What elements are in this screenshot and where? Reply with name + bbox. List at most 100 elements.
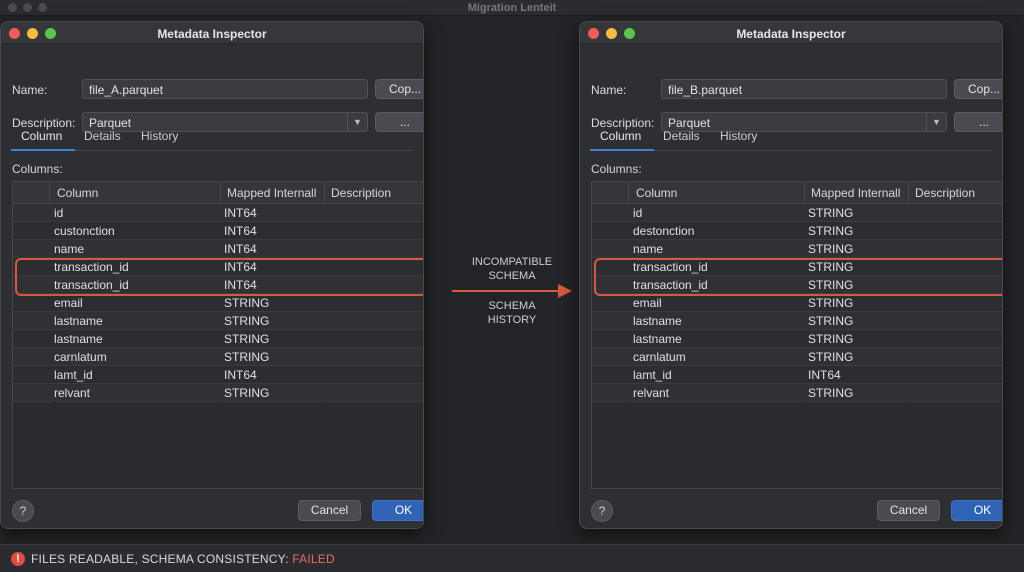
error-icon: ! — [11, 552, 25, 566]
schema-history-line1: SCHEMA — [488, 300, 536, 312]
cancel-button[interactable]: Cancel — [877, 500, 940, 521]
cell-column-name: id — [633, 206, 643, 220]
cell-column-name: relvant — [54, 386, 91, 400]
cancel-button[interactable]: Cancel — [298, 500, 361, 521]
table-row[interactable]: email STRING — [592, 294, 1002, 312]
header-description[interactable]: Description — [331, 186, 391, 200]
name-field-value: file_B.parquet — [668, 83, 743, 97]
table-row[interactable]: lamt_id INT64 — [13, 366, 423, 384]
cell-mapped-type: STRING — [224, 386, 270, 400]
table-row[interactable]: destonction STRING — [592, 222, 1002, 240]
table-row[interactable]: relvant STRING — [13, 384, 423, 402]
table-row[interactable]: lastname STRING — [592, 330, 1002, 348]
metadata-inspector-right: Metadata Inspector Name: file_B.parquet … — [579, 21, 1003, 529]
dialog-titlebar: Metadata Inspector — [580, 22, 1002, 44]
columns-table: Column Mapped Internall Description id IN… — [12, 181, 424, 489]
table-row[interactable]: lamt_id INT64 — [592, 366, 1002, 384]
name-field[interactable]: file_B.parquet — [661, 79, 947, 99]
active-tab-indicator — [590, 149, 654, 151]
dialog-title: Metadata Inspector — [736, 27, 846, 41]
header-mapped-type[interactable]: Mapped Internall — [811, 186, 900, 200]
arrow-right-icon — [558, 284, 572, 298]
table-header: Column Mapped Internall Description — [592, 182, 1002, 204]
status-result: FAILED — [292, 552, 335, 566]
tab-bar: Column Details History — [11, 125, 413, 151]
table-row[interactable]: relvant STRING — [592, 384, 1002, 402]
cell-column-name: id — [54, 206, 64, 220]
mismatch-highlight — [15, 258, 423, 296]
tab-details[interactable]: Details — [663, 129, 700, 143]
help-button[interactable]: ? — [12, 500, 34, 522]
table-body: id STRING destonction STRING name STRING tr… — [592, 204, 1002, 402]
cell-mapped-type: STRING — [808, 350, 854, 364]
mismatch-highlight — [594, 258, 1002, 296]
cell-mapped-type: STRING — [808, 386, 854, 400]
table-row[interactable]: carnlatum STRING — [592, 348, 1002, 366]
status-prefix: FILES READABLE, SCHEMA CONSISTENCY: — [31, 552, 293, 566]
table-row[interactable]: email STRING — [13, 294, 423, 312]
tab-history[interactable]: History — [720, 129, 757, 143]
name-field[interactable]: file_A.parquet — [82, 79, 368, 99]
table-row[interactable]: lastname STRING — [592, 312, 1002, 330]
cell-mapped-type: STRING — [224, 296, 270, 310]
header-column[interactable]: Column — [636, 186, 677, 200]
cell-column-name: email — [633, 296, 662, 310]
dialog-titlebar: Metadata Inspector — [1, 22, 423, 44]
comparison-arrow-line — [452, 290, 566, 292]
table-row[interactable]: carnlatum STRING — [13, 348, 423, 366]
tab-details[interactable]: Details — [84, 129, 121, 143]
header-mapped-type[interactable]: Mapped Internall — [227, 186, 316, 200]
copy-button[interactable]: Cop... — [375, 79, 423, 99]
columns-label: Columns: — [12, 162, 63, 176]
name-label: Name: — [591, 83, 627, 97]
header-description[interactable]: Description — [915, 186, 975, 200]
cell-column-name: lamt_id — [54, 368, 93, 382]
tab-column[interactable]: Column — [600, 129, 641, 143]
cell-column-name: carnlatum — [633, 350, 686, 364]
ok-button[interactable]: OK — [372, 500, 423, 521]
incompatible-label-line1: INCOMPATIBLE — [471, 256, 553, 268]
columns-table: Column Mapped Internall Description id ST… — [591, 181, 1002, 489]
table-header: Column Mapped Internall Description — [13, 182, 423, 204]
table-row[interactable]: id STRING — [592, 204, 1002, 222]
cell-column-name: carnlatum — [54, 350, 107, 364]
cell-column-name: name — [633, 242, 664, 256]
cell-column-name: destonction — [633, 224, 695, 238]
schema-history-line2: HISTORY — [487, 314, 537, 326]
table-row[interactable]: name INT64 — [13, 240, 423, 258]
dialog-title: Metadata Inspector — [157, 27, 267, 41]
ok-button[interactable]: OK — [951, 500, 1002, 521]
metadata-inspector-left: Metadata Inspector Name: file_A.parquet … — [0, 21, 424, 529]
copy-button[interactable]: Cop... — [954, 79, 1002, 99]
cell-column-name: lastname — [54, 314, 103, 328]
table-row[interactable]: lastname STRING — [13, 312, 423, 330]
cell-column-name: lastname — [633, 332, 682, 346]
status-message: FILES READABLE, SCHEMA CONSISTENCY: FAIL… — [31, 552, 335, 566]
name-field-value: file_A.parquet — [89, 83, 164, 97]
cell-column-name: name — [54, 242, 85, 256]
status-bar: ! FILES READABLE, SCHEMA CONSISTENCY: FA… — [0, 544, 1024, 572]
tab-history[interactable]: History — [141, 129, 178, 143]
cell-mapped-type: STRING — [808, 296, 854, 310]
cell-mapped-type: STRING — [224, 314, 270, 328]
column-divider — [423, 182, 424, 403]
tab-column[interactable]: Column — [21, 129, 62, 143]
columns-label: Columns: — [591, 162, 642, 176]
table-row[interactable]: name STRING — [592, 240, 1002, 258]
table-body: id INT64 custonction INT64 name INT64 trans… — [13, 204, 423, 402]
cell-column-name: lastname — [54, 332, 103, 346]
table-row[interactable]: id INT64 — [13, 204, 423, 222]
cell-mapped-type: STRING — [808, 314, 854, 328]
cell-mapped-type: INT64 — [224, 224, 257, 238]
header-column[interactable]: Column — [57, 186, 98, 200]
help-button[interactable]: ? — [591, 500, 613, 522]
table-row[interactable]: lastname STRING — [13, 330, 423, 348]
cell-mapped-type: STRING — [224, 350, 270, 364]
cell-mapped-type: STRING — [808, 332, 854, 346]
table-row[interactable]: custonction INT64 — [13, 222, 423, 240]
active-tab-indicator — [11, 149, 75, 151]
incompatible-schema-label: INCOMPATIBLE SCHEMA — [452, 255, 572, 283]
cell-mapped-type: STRING — [808, 206, 854, 220]
app-titlebar: Migration Lenteit — [0, 0, 1024, 16]
schema-history-label: SCHEMA HISTORY — [452, 299, 572, 327]
